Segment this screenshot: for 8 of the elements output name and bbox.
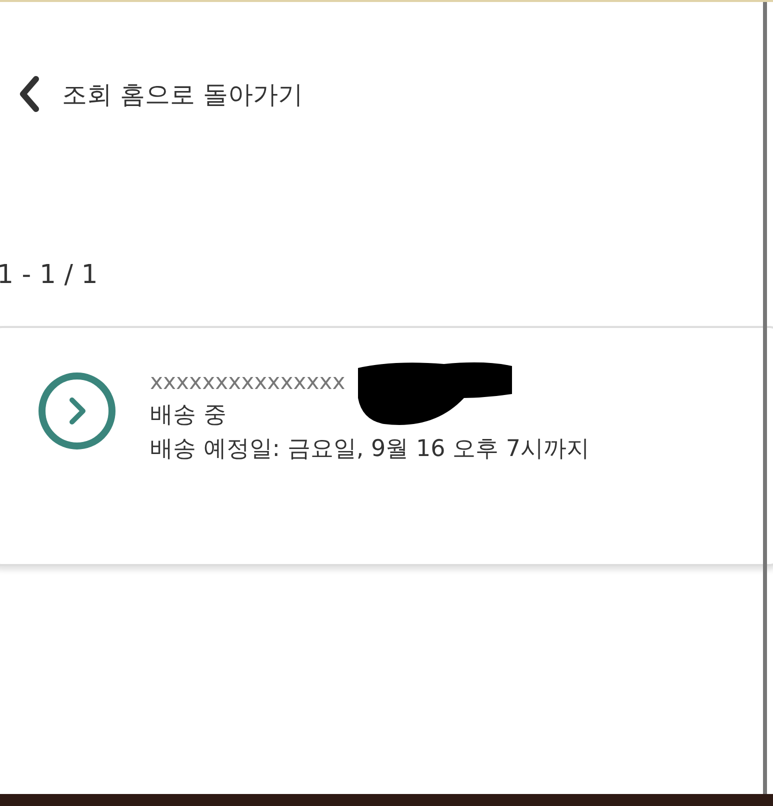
result-count: 1 - 1 / 1 bbox=[0, 260, 98, 290]
delivery-estimate: 배송 예정일: 금요일, 9월 16 오후 7시까지 bbox=[150, 435, 590, 464]
shipment-card[interactable]: xxxxxxxxxxxxxxx 배송 중 배송 예정일: 금요일, 9월 16 오후 7시까지 bbox=[0, 326, 773, 566]
tracking-number: xxxxxxxxxxxxxxx bbox=[150, 370, 346, 396]
chevron-circle-icon[interactable] bbox=[38, 372, 116, 450]
back-chevron-icon bbox=[18, 76, 40, 112]
back-link[interactable]: 조회 홈으로 돌아가기 bbox=[18, 76, 303, 112]
shipment-status: 배송 중 bbox=[150, 401, 226, 430]
